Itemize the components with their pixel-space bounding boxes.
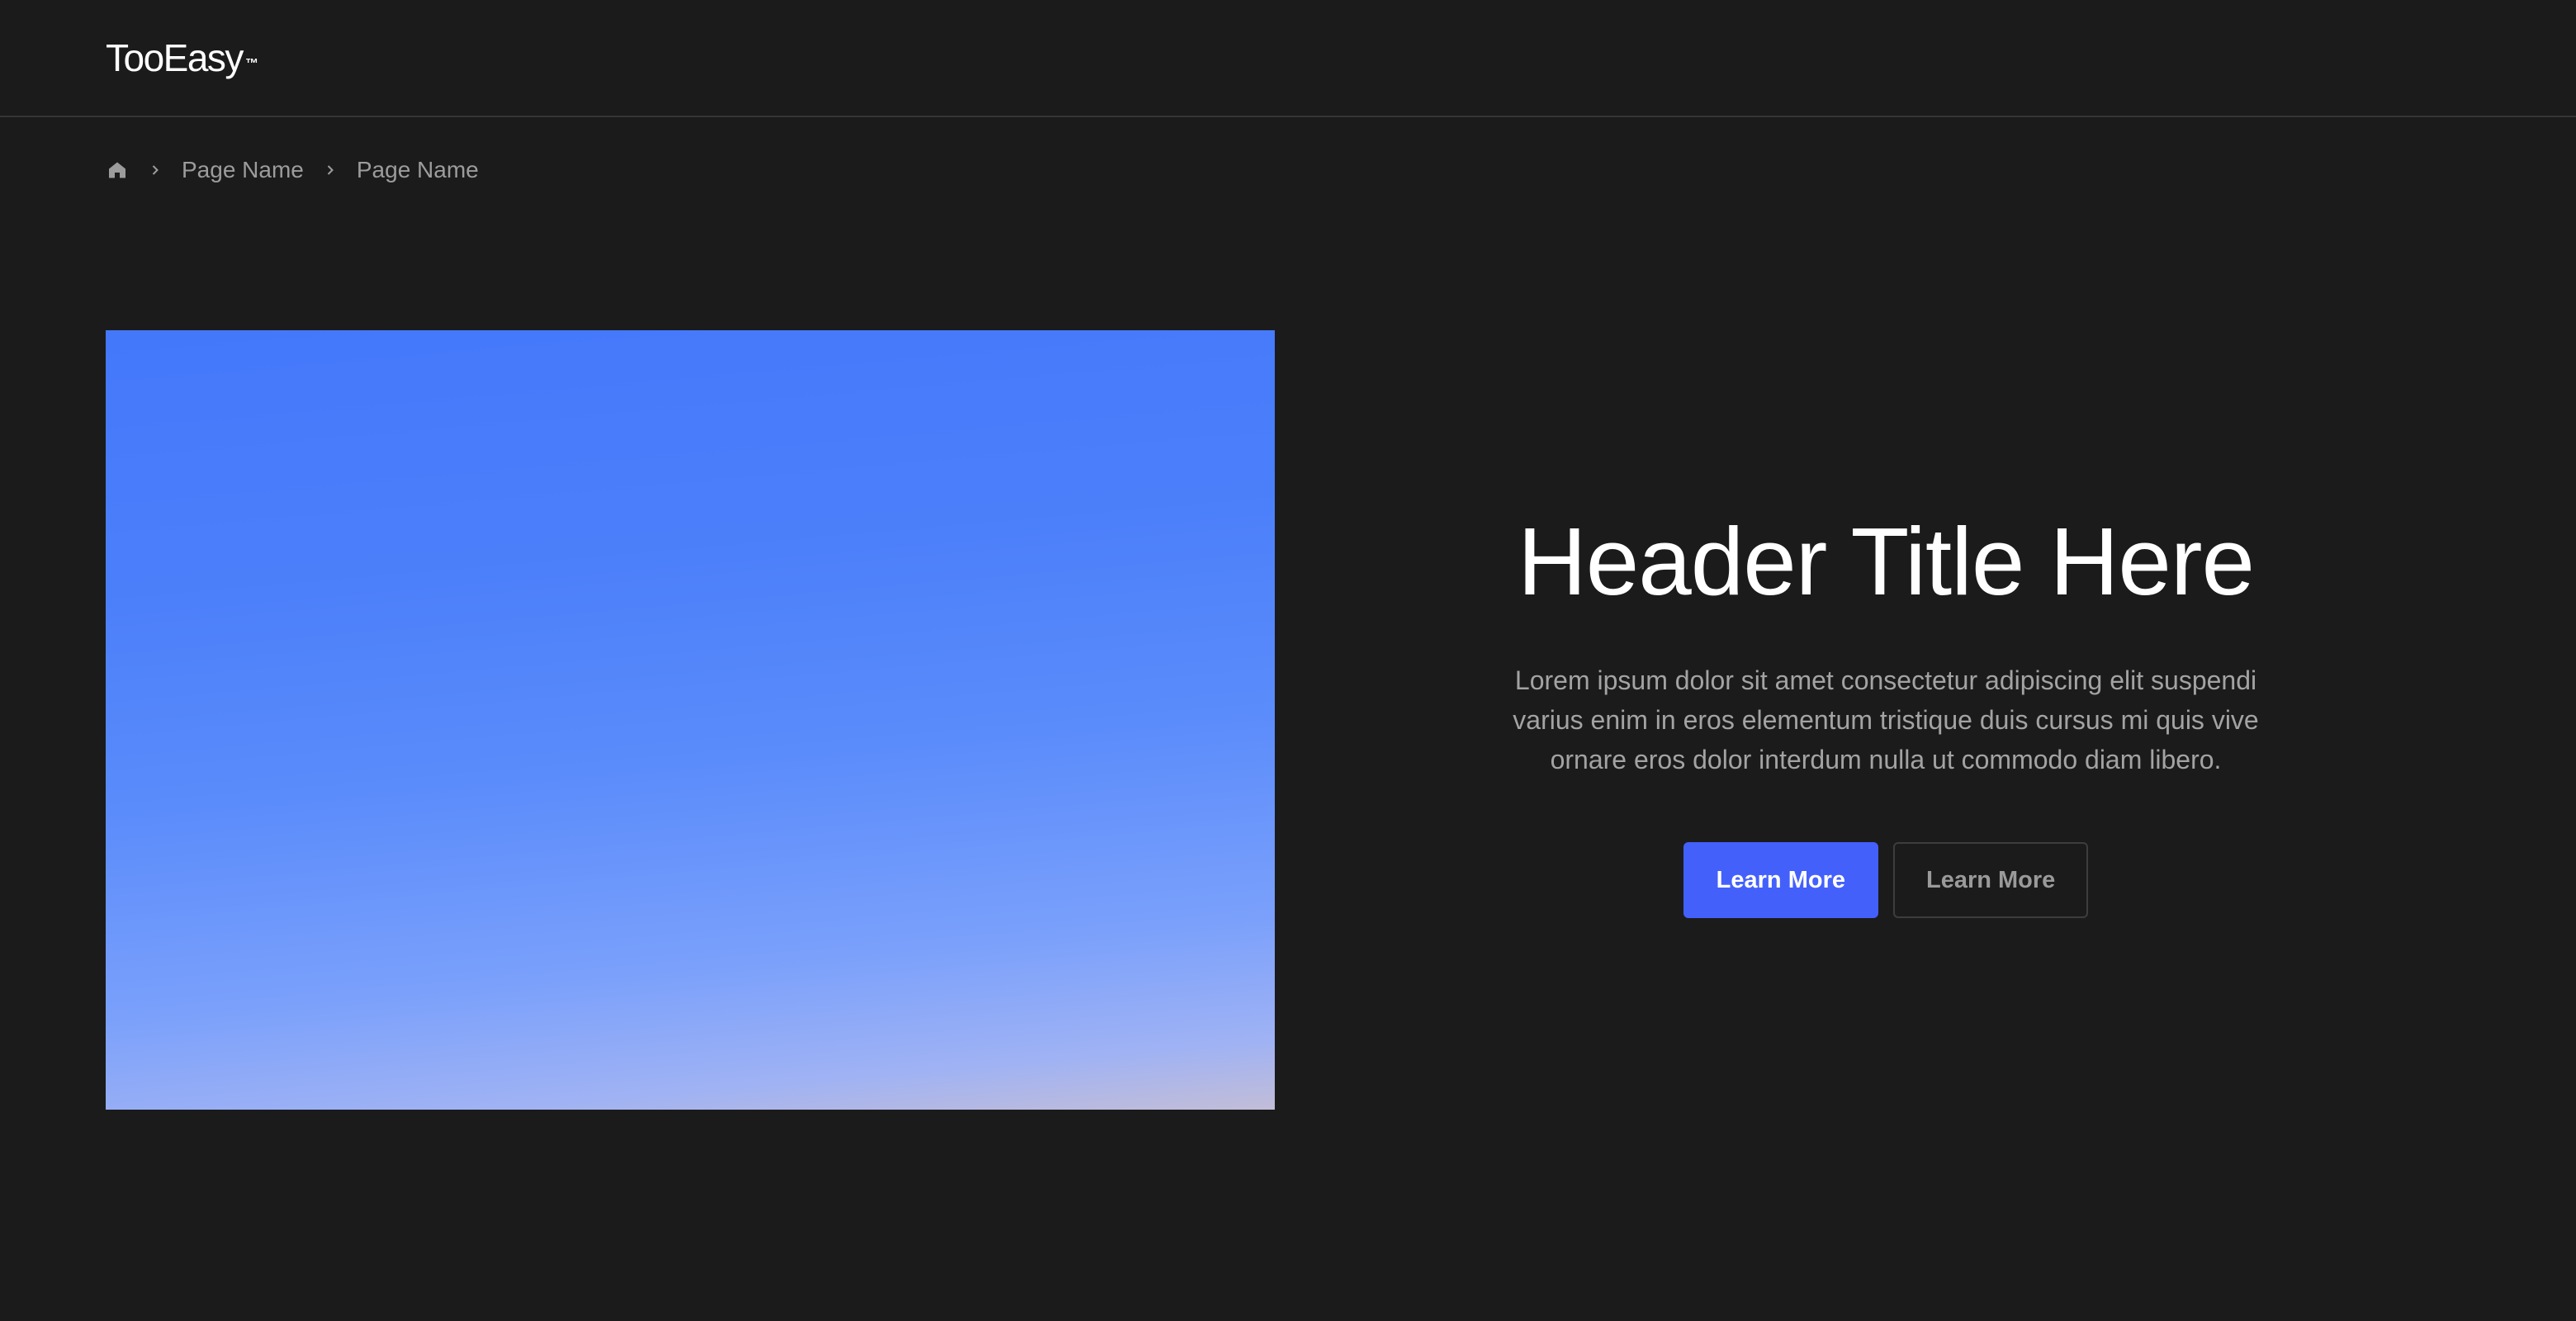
- page: TooEasy ™ Page Name Page Name Header Titl…: [0, 0, 2576, 1321]
- top-navbar: TooEasy ™: [0, 0, 2576, 117]
- hero-title: Header Title Here: [1517, 508, 2255, 615]
- breadcrumb-item-current[interactable]: Page Name: [357, 154, 479, 187]
- chevron-right-icon: [145, 160, 165, 180]
- trademark-mark: ™: [244, 57, 258, 71]
- hero-actions: Learn More Learn More: [1437, 842, 2335, 918]
- logo[interactable]: TooEasy ™: [106, 33, 258, 83]
- logo-text: TooEasy: [106, 36, 244, 79]
- breadcrumb: Page Name Page Name: [106, 154, 479, 187]
- hero-image-placeholder: [106, 330, 1275, 1110]
- chevron-right-icon: [320, 160, 340, 180]
- hero-description: Lorem ipsum dolor sit amet consectetur a…: [1513, 665, 2259, 774]
- learn-more-secondary-button[interactable]: Learn More: [1893, 842, 2089, 918]
- home-icon[interactable]: [106, 159, 129, 182]
- breadcrumb-item[interactable]: Page Name: [182, 154, 304, 187]
- learn-more-primary-button[interactable]: Learn More: [1683, 842, 1878, 918]
- hero-content: Header Title Here Lorem ipsum dolor sit …: [1437, 504, 2335, 918]
